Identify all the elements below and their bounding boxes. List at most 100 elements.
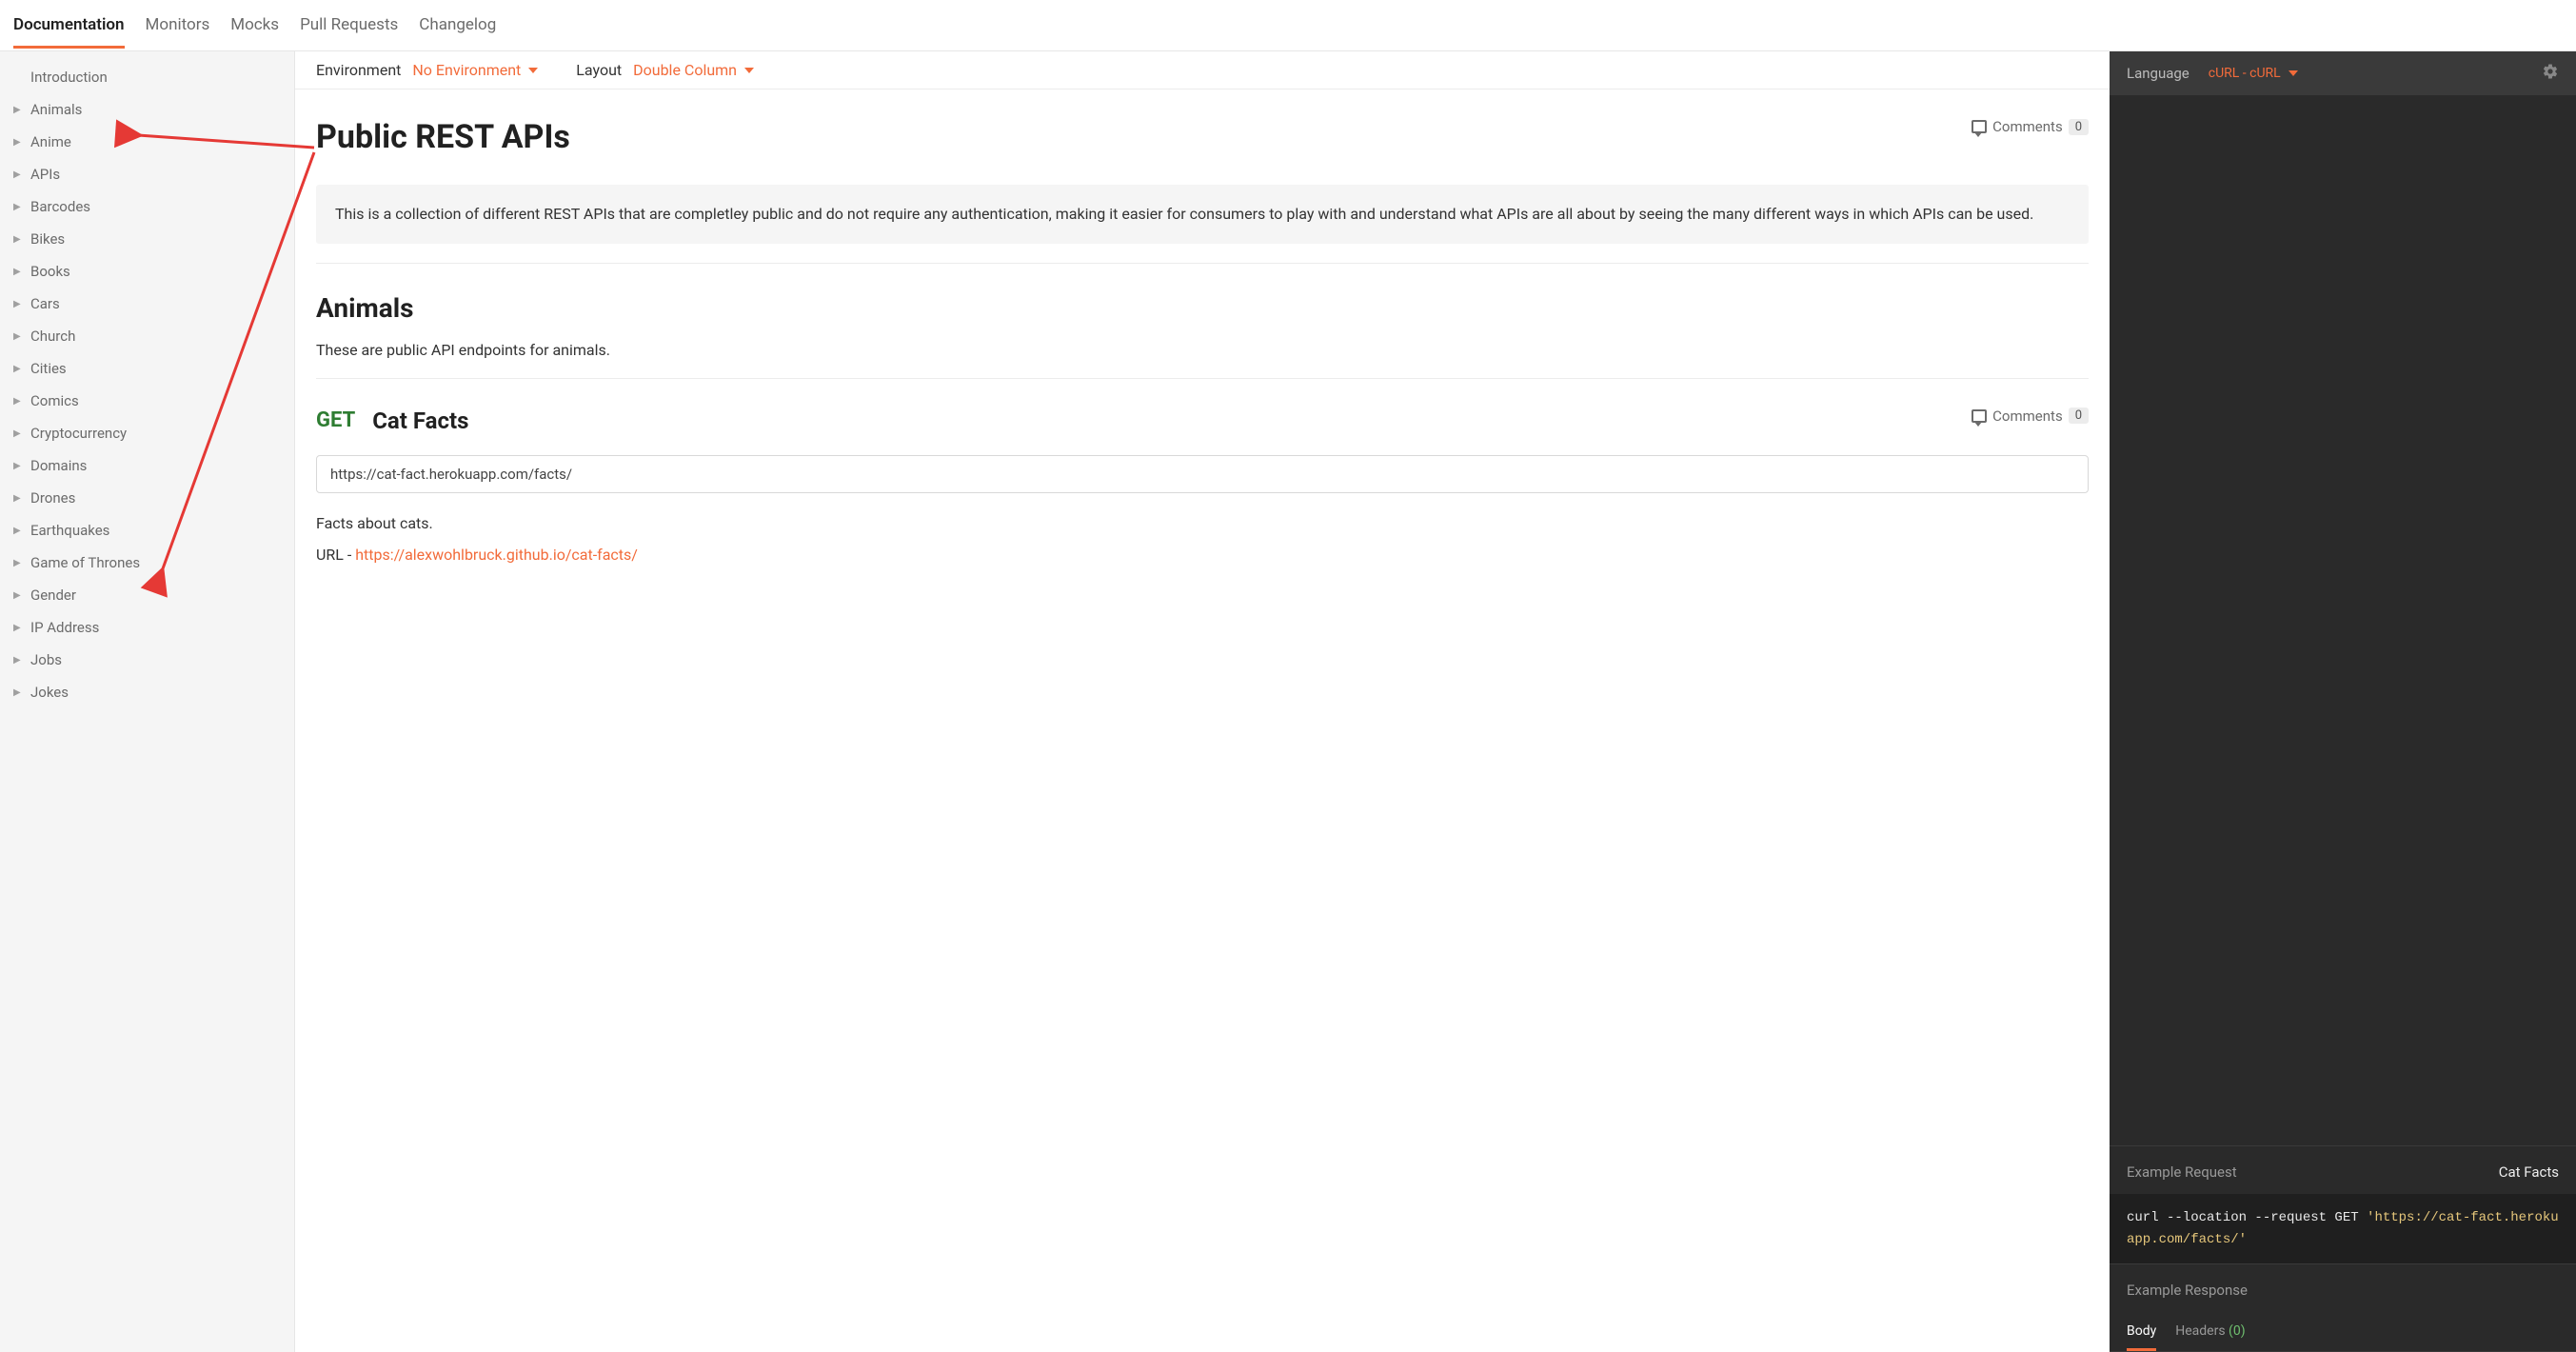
environment-dropdown[interactable]: No Environment	[412, 61, 538, 79]
toolbar: Environment No Environment Layout Double…	[295, 51, 2110, 89]
tab-body[interactable]: Body	[2127, 1323, 2156, 1351]
caret-right-icon: ▶	[13, 461, 27, 471]
caret-right-icon: ▶	[13, 234, 27, 245]
caret-right-icon: ▶	[13, 428, 27, 439]
sidebar-item-label: Animals	[30, 101, 82, 118]
sidebar-item-ip-address[interactable]: ▶IP Address	[0, 611, 294, 644]
example-request-header: Example Request Cat Facts	[2110, 1145, 2576, 1194]
sidebar-item-label: Jokes	[30, 684, 69, 701]
sidebar-item-apis[interactable]: ▶APIs	[0, 158, 294, 190]
caret-right-icon: ▶	[13, 558, 27, 568]
caret-right-icon: ▶	[13, 299, 27, 309]
sidebar-item-label: Gender	[30, 587, 76, 604]
sidebar: ▶Introduction▶Animals▶Anime▶APIs▶Barcode…	[0, 51, 295, 1352]
topnav-tab-changelog[interactable]: Changelog	[419, 2, 496, 49]
code-block[interactable]: curl --location --request GET 'https://c…	[2110, 1194, 2576, 1263]
sidebar-item-label: Cities	[30, 360, 67, 377]
sidebar-item-bikes[interactable]: ▶Bikes	[0, 223, 294, 255]
page-description: This is a collection of different REST A…	[316, 185, 2089, 244]
sidebar-item-drones[interactable]: ▶Drones	[0, 482, 294, 514]
tab-headers[interactable]: Headers (0)	[2175, 1323, 2245, 1351]
caret-right-icon: ▶	[13, 137, 27, 148]
sidebar-item-jokes[interactable]: ▶Jokes	[0, 676, 294, 708]
caret-right-icon: ▶	[13, 169, 27, 180]
code-panel: Language cURL - cURL Example Request Cat…	[2110, 51, 2576, 1352]
example-request-name: Cat Facts	[2499, 1163, 2559, 1181]
example-response-header: Example Response	[2110, 1263, 2576, 1312]
layout-label: Layout	[576, 61, 622, 79]
comments-button[interactable]: Comments 0	[1972, 118, 2089, 135]
caret-right-icon: ▶	[13, 493, 27, 504]
response-tabs: Body Headers (0)	[2110, 1312, 2576, 1352]
endpoint-name: Cat Facts	[372, 408, 468, 434]
sidebar-item-church[interactable]: ▶Church	[0, 320, 294, 352]
comments-count: 0	[2069, 408, 2089, 424]
sidebar-item-game-of-thrones[interactable]: ▶Game of Thrones	[0, 547, 294, 579]
caret-right-icon: ▶	[13, 396, 27, 407]
tab-headers-count: (0)	[2229, 1323, 2246, 1339]
caret-right-icon: ▶	[13, 623, 27, 633]
sidebar-item-anime[interactable]: ▶Anime	[0, 126, 294, 158]
sidebar-item-introduction[interactable]: ▶Introduction	[0, 61, 294, 93]
sidebar-item-domains[interactable]: ▶Domains	[0, 449, 294, 482]
sidebar-item-label: Earthquakes	[30, 522, 109, 539]
topnav-tab-documentation[interactable]: Documentation	[13, 2, 125, 49]
main-content: Environment No Environment Layout Double…	[295, 51, 2110, 1352]
section-title-animals: Animals	[316, 292, 2089, 324]
url-prefix: URL -	[316, 546, 355, 564]
sidebar-item-earthquakes[interactable]: ▶Earthquakes	[0, 514, 294, 547]
tab-headers-label: Headers	[2175, 1323, 2225, 1339]
sidebar-item-barcodes[interactable]: ▶Barcodes	[0, 190, 294, 223]
sidebar-item-label: Church	[30, 328, 75, 345]
language-label: Language	[2127, 65, 2190, 82]
layout-dropdown[interactable]: Double Column	[633, 61, 754, 79]
sidebar-item-label: Cryptocurrency	[30, 425, 127, 442]
sidebar-item-jobs[interactable]: ▶Jobs	[0, 644, 294, 676]
gear-icon[interactable]	[2542, 63, 2559, 84]
language-dropdown[interactable]: cURL - cURL	[2209, 66, 2298, 81]
topnav-tab-monitors[interactable]: Monitors	[146, 2, 210, 49]
caret-right-icon: ▶	[13, 202, 27, 212]
sidebar-item-cars[interactable]: ▶Cars	[0, 288, 294, 320]
sidebar-item-cryptocurrency[interactable]: ▶Cryptocurrency	[0, 417, 294, 449]
sidebar-item-label: Game of Thrones	[30, 554, 140, 571]
layout-value: Double Column	[633, 61, 737, 79]
sidebar-item-label: Jobs	[30, 651, 62, 668]
caret-right-icon: ▶	[13, 105, 27, 115]
caret-right-icon: ▶	[13, 655, 27, 666]
chevron-down-icon	[744, 68, 754, 73]
chevron-down-icon	[2289, 70, 2298, 76]
endpoint-url-box[interactable]: https://cat-fact.herokuapp.com/facts/	[316, 455, 2089, 493]
code-panel-header: Language cURL - cURL	[2110, 51, 2576, 95]
page-title: Public REST APIs	[316, 118, 570, 156]
content-scroll[interactable]: Public REST APIs Comments 0 This is a co…	[295, 89, 2110, 1352]
sidebar-item-label: Barcodes	[30, 198, 90, 215]
sidebar-item-label: Drones	[30, 489, 75, 507]
sidebar-item-cities[interactable]: ▶Cities	[0, 352, 294, 385]
sidebar-item-label: Anime	[30, 133, 71, 150]
language-value: cURL - cURL	[2209, 66, 2281, 81]
sidebar-item-label: Cars	[30, 295, 60, 312]
environment-label: Environment	[316, 61, 401, 79]
topnav-tab-pull-requests[interactable]: Pull Requests	[300, 2, 398, 49]
sidebar-item-comics[interactable]: ▶Comics	[0, 385, 294, 417]
endpoint-reference-line: URL - https://alexwohlbruck.github.io/ca…	[316, 546, 2089, 564]
sidebar-item-label: Comics	[30, 392, 79, 409]
example-response-label: Example Response	[2127, 1282, 2248, 1299]
comment-icon	[1972, 409, 1987, 423]
caret-right-icon: ▶	[13, 331, 27, 342]
example-request-label: Example Request	[2127, 1163, 2237, 1181]
endpoint-reference-link[interactable]: https://alexwohlbruck.github.io/cat-fact…	[355, 546, 638, 564]
chevron-down-icon	[528, 68, 538, 73]
top-nav: Documentation Monitors Mocks Pull Requests C…	[0, 0, 2576, 51]
sidebar-item-label: APIs	[30, 166, 60, 183]
sidebar-item-books[interactable]: ▶Books	[0, 255, 294, 288]
code-cmd: curl --location --request GET	[2127, 1210, 2367, 1225]
sidebar-item-gender[interactable]: ▶Gender	[0, 579, 294, 611]
sidebar-item-animals[interactable]: ▶Animals	[0, 93, 294, 126]
environment-value: No Environment	[412, 61, 521, 79]
caret-right-icon: ▶	[13, 687, 27, 698]
topnav-tab-mocks[interactable]: Mocks	[230, 2, 279, 49]
sidebar-item-label: Books	[30, 263, 70, 280]
endpoint-comments-button[interactable]: Comments 0	[1972, 408, 2089, 425]
